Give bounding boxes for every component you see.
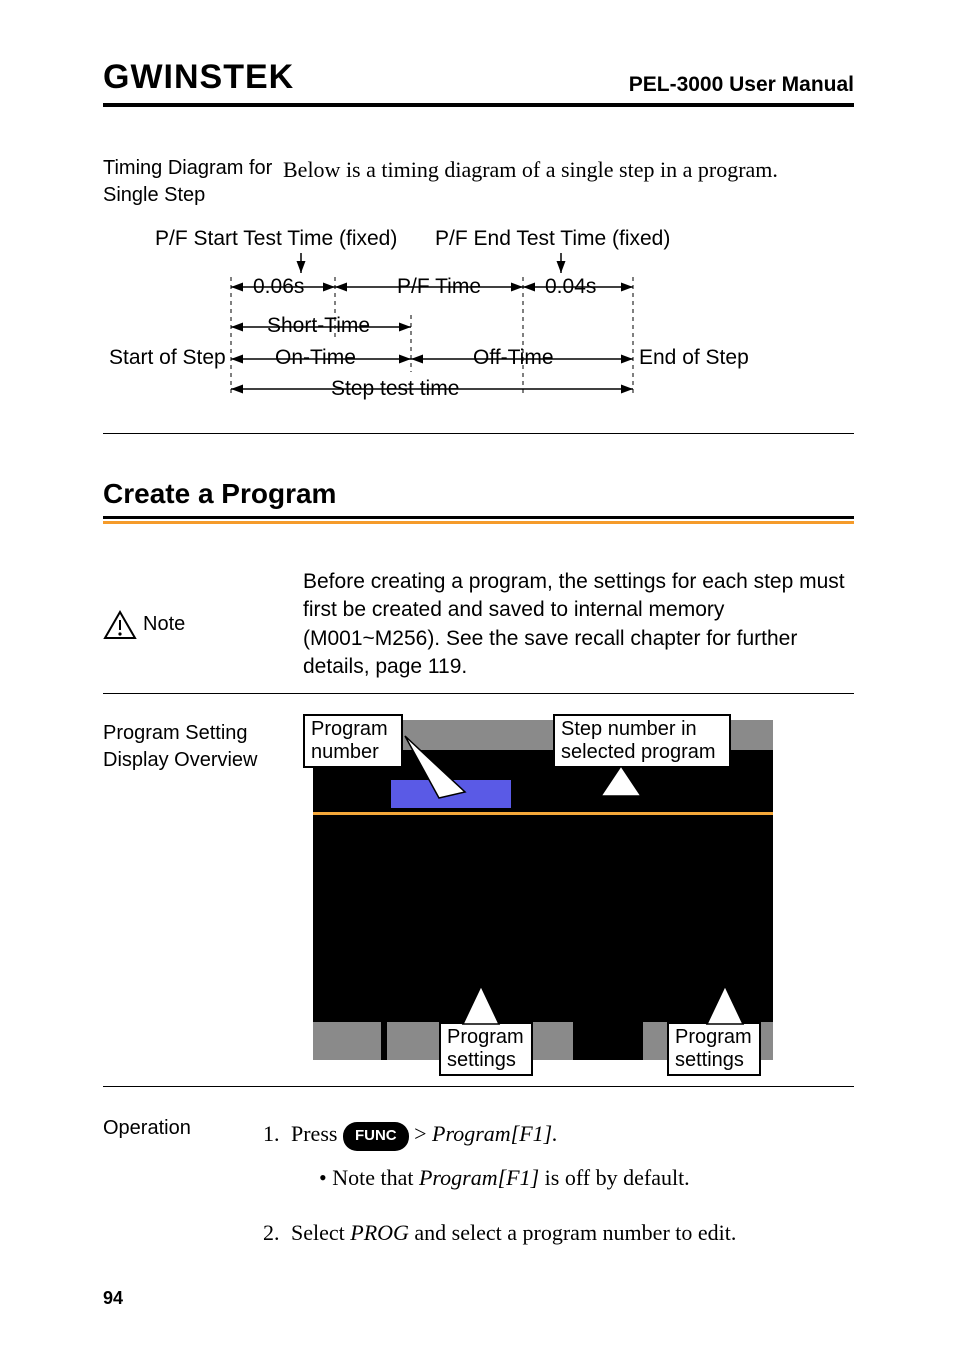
step2-prog: PROG	[350, 1220, 409, 1245]
operation-body: 1. Press FUNC > Program[F1]. Note that P…	[263, 1117, 854, 1262]
step-test-time: Step test time	[331, 377, 459, 401]
step1-bullet: Note that Program[F1] is off by default.	[319, 1161, 854, 1194]
overview-bottom-rule	[103, 1086, 854, 1087]
step1-note-prefix: Note that	[332, 1165, 419, 1190]
warning-icon	[103, 610, 137, 640]
section-rule-orange	[103, 521, 854, 524]
section-rule-black	[103, 516, 854, 519]
callout-program-settings-2: Program settings	[667, 1022, 761, 1076]
callout-line-settings-1	[451, 984, 511, 1026]
note-bottom-rule	[103, 693, 854, 694]
step2-prefix: Select	[291, 1220, 350, 1245]
timing-intro-row: Timing Diagram for Single Step Below is …	[103, 155, 854, 209]
timing-bottom-rule	[103, 433, 854, 434]
note-left: Note	[103, 568, 303, 681]
logo-text: GWINSTEK	[103, 58, 294, 97]
display-softkey-gap	[573, 1022, 643, 1060]
step2-suffix: and select a program number to edit.	[409, 1220, 736, 1245]
display-softkey-sep	[381, 1022, 387, 1060]
timing-intro-text: Below is a timing diagram of a single st…	[283, 155, 854, 185]
timing-left-label: Timing Diagram for Single Step	[103, 155, 283, 209]
brand-logo: GWINSTEK	[103, 58, 294, 97]
t-004: 0.04s	[545, 275, 596, 299]
timing-diagram: P/F Start Test Time (fixed) P/F End Test…	[103, 227, 854, 427]
step1-note-program: Program[F1]	[419, 1165, 539, 1190]
callout-line-step-num	[591, 766, 651, 806]
note-body: Before creating a program, the settings …	[303, 568, 854, 681]
operation-step-1: 1. Press FUNC > Program[F1]. Note that P…	[263, 1117, 854, 1193]
callout-line-settings-2	[695, 984, 755, 1026]
note-row: Note Before creating a program, the sett…	[103, 568, 854, 681]
callout-line-prog-num	[399, 734, 479, 804]
display-orange-line	[313, 812, 773, 815]
step-number-1: 1.	[263, 1117, 280, 1150]
step-number-2: 2.	[263, 1216, 280, 1249]
page-number: 94	[103, 1288, 123, 1309]
note-label: Note	[143, 613, 185, 636]
manual-title: PEL-3000 User Manual	[629, 73, 854, 97]
t-006: 0.06s	[253, 275, 304, 299]
step1-prefix: Press	[291, 1121, 343, 1146]
operation-step-2: 2. Select PROG and select a program numb…	[263, 1216, 854, 1249]
short-time: Short-Time	[267, 314, 370, 338]
callout-program-settings-1: Program settings	[439, 1022, 533, 1076]
page-header: GWINSTEK PEL-3000 User Manual	[103, 58, 854, 101]
callout-step-number: Step number in selected program	[553, 714, 731, 768]
operation-label: Operation	[103, 1117, 263, 1262]
overview-row: Program Setting Display Overview Program…	[103, 720, 854, 1060]
section-heading: Create a Program	[103, 478, 854, 510]
pf-time: P/F Time	[397, 275, 481, 299]
step1-program: Program[F1].	[432, 1121, 558, 1146]
func-button: FUNC	[343, 1122, 409, 1151]
start-of-step: Start of Step	[109, 346, 226, 370]
off-time: Off-Time	[473, 346, 554, 370]
callout-program-number: Program number	[303, 714, 403, 768]
timing-svg	[103, 227, 863, 427]
step1-note-suffix: is off by default.	[539, 1165, 690, 1190]
operation-row: Operation 1. Press FUNC > Program[F1]. N…	[103, 1117, 854, 1262]
overview-right: Program number Step number in selected p…	[303, 720, 854, 1060]
step1-gt: >	[414, 1121, 432, 1146]
on-time: On-Time	[275, 346, 356, 370]
overview-left-label: Program Setting Display Overview	[103, 720, 303, 1060]
end-of-step: End of Step	[639, 346, 749, 370]
